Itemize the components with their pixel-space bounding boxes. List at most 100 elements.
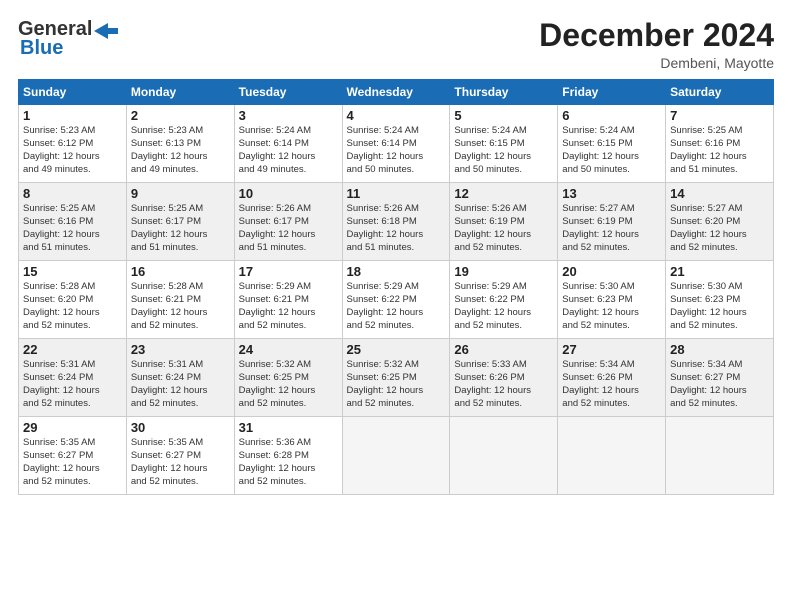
day-info: Sunrise: 5:30 AM Sunset: 6:23 PM Dayligh… (562, 281, 661, 332)
table-cell: 21 Sunrise: 5:30 AM Sunset: 6:23 PM Dayli… (666, 261, 774, 339)
logo-blue-text: Blue (20, 37, 63, 60)
day-info: Sunrise: 5:29 AM Sunset: 6:21 PM Dayligh… (239, 281, 338, 332)
table-cell: 3 Sunrise: 5:24 AM Sunset: 6:14 PM Daylig… (234, 105, 342, 183)
day-info: Sunrise: 5:24 AM Sunset: 6:14 PM Dayligh… (239, 125, 338, 176)
day-info: Sunrise: 5:31 AM Sunset: 6:24 PM Dayligh… (131, 359, 230, 410)
col-wednesday: Wednesday (342, 80, 450, 105)
table-cell: 13Sunrise: 5:27 AM Sunset: 6:19 PM Dayli… (558, 183, 666, 261)
table-cell: 6 Sunrise: 5:24 AM Sunset: 6:15 PM Daylig… (558, 105, 666, 183)
day-number: 25 (347, 342, 446, 357)
col-tuesday: Tuesday (234, 80, 342, 105)
day-info: Sunrise: 5:29 AM Sunset: 6:22 PM Dayligh… (454, 281, 553, 332)
day-number: 16 (131, 264, 230, 279)
table-cell (450, 417, 558, 495)
table-cell: 23 Sunrise: 5:31 AM Sunset: 6:24 PM Dayli… (126, 339, 234, 417)
day-number: 21 (670, 264, 769, 279)
table-cell: 15 Sunrise: 5:28 AM Sunset: 6:20 PM Dayli… (19, 261, 127, 339)
table-cell: 4 Sunrise: 5:24 AM Sunset: 6:14 PM Daylig… (342, 105, 450, 183)
day-number: 26 (454, 342, 553, 357)
table-cell: 18 Sunrise: 5:29 AM Sunset: 6:22 PM Dayli… (342, 261, 450, 339)
table-cell: 22Sunrise: 5:31 AM Sunset: 6:24 PM Dayli… (19, 339, 127, 417)
day-info: Sunrise: 5:29 AM Sunset: 6:22 PM Dayligh… (347, 281, 446, 332)
day-info: Sunrise: 5:27 AM Sunset: 6:20 PM Dayligh… (670, 203, 769, 254)
day-info: Sunrise: 5:23 AM Sunset: 6:13 PM Dayligh… (131, 125, 230, 176)
day-info: Sunrise: 5:28 AM Sunset: 6:20 PM Dayligh… (23, 281, 122, 332)
day-info: Sunrise: 5:32 AM Sunset: 6:25 PM Dayligh… (239, 359, 338, 410)
table-cell: 27 Sunrise: 5:34 AM Sunset: 6:26 PM Dayli… (558, 339, 666, 417)
table-cell: 14 Sunrise: 5:27 AM Sunset: 6:20 PM Dayli… (666, 183, 774, 261)
calendar-header-row: Sunday Monday Tuesday Wednesday Thursday… (19, 80, 774, 105)
header: General Blue December 2024 Dembeni, Mayo… (18, 18, 774, 71)
day-number: 3 (239, 108, 338, 123)
day-number: 23 (131, 342, 230, 357)
day-number: 5 (454, 108, 553, 123)
day-number: 27 (562, 342, 661, 357)
day-number: 24 (239, 342, 338, 357)
table-cell: 29Sunrise: 5:35 AM Sunset: 6:27 PM Dayli… (19, 417, 127, 495)
day-number: 22 (23, 342, 122, 357)
day-info: Sunrise: 5:35 AM Sunset: 6:27 PM Dayligh… (23, 437, 122, 488)
day-number: 6 (562, 108, 661, 123)
day-number: 14 (670, 186, 769, 201)
table-cell: 28Sunrise: 5:34 AM Sunset: 6:27 PM Dayli… (666, 339, 774, 417)
table-cell: 30 Sunrise: 5:35 AM Sunset: 6:27 PM Dayli… (126, 417, 234, 495)
day-number: 20 (562, 264, 661, 279)
table-cell: 25 Sunrise: 5:32 AM Sunset: 6:25 PM Dayli… (342, 339, 450, 417)
day-info: Sunrise: 5:30 AM Sunset: 6:23 PM Dayligh… (670, 281, 769, 332)
table-cell (342, 417, 450, 495)
day-info: Sunrise: 5:32 AM Sunset: 6:25 PM Dayligh… (347, 359, 446, 410)
day-number: 4 (347, 108, 446, 123)
day-number: 10 (239, 186, 338, 201)
page: General Blue December 2024 Dembeni, Mayo… (0, 0, 792, 612)
day-number: 18 (347, 264, 446, 279)
day-number: 13 (562, 186, 661, 201)
month-title: December 2024 (539, 18, 774, 53)
day-info: Sunrise: 5:26 AM Sunset: 6:19 PM Dayligh… (454, 203, 553, 254)
day-number: 11 (347, 186, 446, 201)
day-info: Sunrise: 5:26 AM Sunset: 6:18 PM Dayligh… (347, 203, 446, 254)
table-cell: 10Sunrise: 5:26 AM Sunset: 6:17 PM Dayli… (234, 183, 342, 261)
calendar-table: Sunday Monday Tuesday Wednesday Thursday… (18, 79, 774, 495)
day-info: Sunrise: 5:24 AM Sunset: 6:15 PM Dayligh… (454, 125, 553, 176)
table-cell: 11 Sunrise: 5:26 AM Sunset: 6:18 PM Dayli… (342, 183, 450, 261)
location: Dembeni, Mayotte (539, 55, 774, 71)
calendar-week-row: 8Sunrise: 5:25 AM Sunset: 6:16 PM Daylig… (19, 183, 774, 261)
table-cell: 1 Sunrise: 5:23 AM Sunset: 6:12 PM Daylig… (19, 105, 127, 183)
day-info: Sunrise: 5:35 AM Sunset: 6:27 PM Dayligh… (131, 437, 230, 488)
day-number: 19 (454, 264, 553, 279)
table-cell: 26 Sunrise: 5:33 AM Sunset: 6:26 PM Dayli… (450, 339, 558, 417)
table-cell: 9Sunrise: 5:25 AM Sunset: 6:17 PM Daylig… (126, 183, 234, 261)
calendar-week-row: 29Sunrise: 5:35 AM Sunset: 6:27 PM Dayli… (19, 417, 774, 495)
day-number: 7 (670, 108, 769, 123)
day-info: Sunrise: 5:36 AM Sunset: 6:28 PM Dayligh… (239, 437, 338, 488)
day-info: Sunrise: 5:24 AM Sunset: 6:14 PM Dayligh… (347, 125, 446, 176)
day-info: Sunrise: 5:34 AM Sunset: 6:26 PM Dayligh… (562, 359, 661, 410)
table-cell: 5 Sunrise: 5:24 AM Sunset: 6:15 PM Daylig… (450, 105, 558, 183)
col-monday: Monday (126, 80, 234, 105)
day-info: Sunrise: 5:23 AM Sunset: 6:12 PM Dayligh… (23, 125, 122, 176)
calendar-week-row: 15 Sunrise: 5:28 AM Sunset: 6:20 PM Dayli… (19, 261, 774, 339)
day-info: Sunrise: 5:24 AM Sunset: 6:15 PM Dayligh… (562, 125, 661, 176)
day-number: 15 (23, 264, 122, 279)
table-cell: 17 Sunrise: 5:29 AM Sunset: 6:21 PM Dayli… (234, 261, 342, 339)
day-number: 1 (23, 108, 122, 123)
day-number: 28 (670, 342, 769, 357)
table-cell: 24 Sunrise: 5:32 AM Sunset: 6:25 PM Dayli… (234, 339, 342, 417)
day-info: Sunrise: 5:25 AM Sunset: 6:17 PM Dayligh… (131, 203, 230, 254)
table-cell: 8Sunrise: 5:25 AM Sunset: 6:16 PM Daylig… (19, 183, 127, 261)
day-number: 8 (23, 186, 122, 201)
table-cell: 31 Sunrise: 5:36 AM Sunset: 6:28 PM Dayli… (234, 417, 342, 495)
day-info: Sunrise: 5:33 AM Sunset: 6:26 PM Dayligh… (454, 359, 553, 410)
table-cell: 2 Sunrise: 5:23 AM Sunset: 6:13 PM Daylig… (126, 105, 234, 183)
col-sunday: Sunday (19, 80, 127, 105)
logo: General Blue (18, 18, 118, 60)
day-number: 30 (131, 420, 230, 435)
day-number: 2 (131, 108, 230, 123)
logo-arrow-icon (94, 23, 118, 39)
col-thursday: Thursday (450, 80, 558, 105)
day-number: 31 (239, 420, 338, 435)
table-cell (558, 417, 666, 495)
col-friday: Friday (558, 80, 666, 105)
day-number: 17 (239, 264, 338, 279)
day-number: 12 (454, 186, 553, 201)
